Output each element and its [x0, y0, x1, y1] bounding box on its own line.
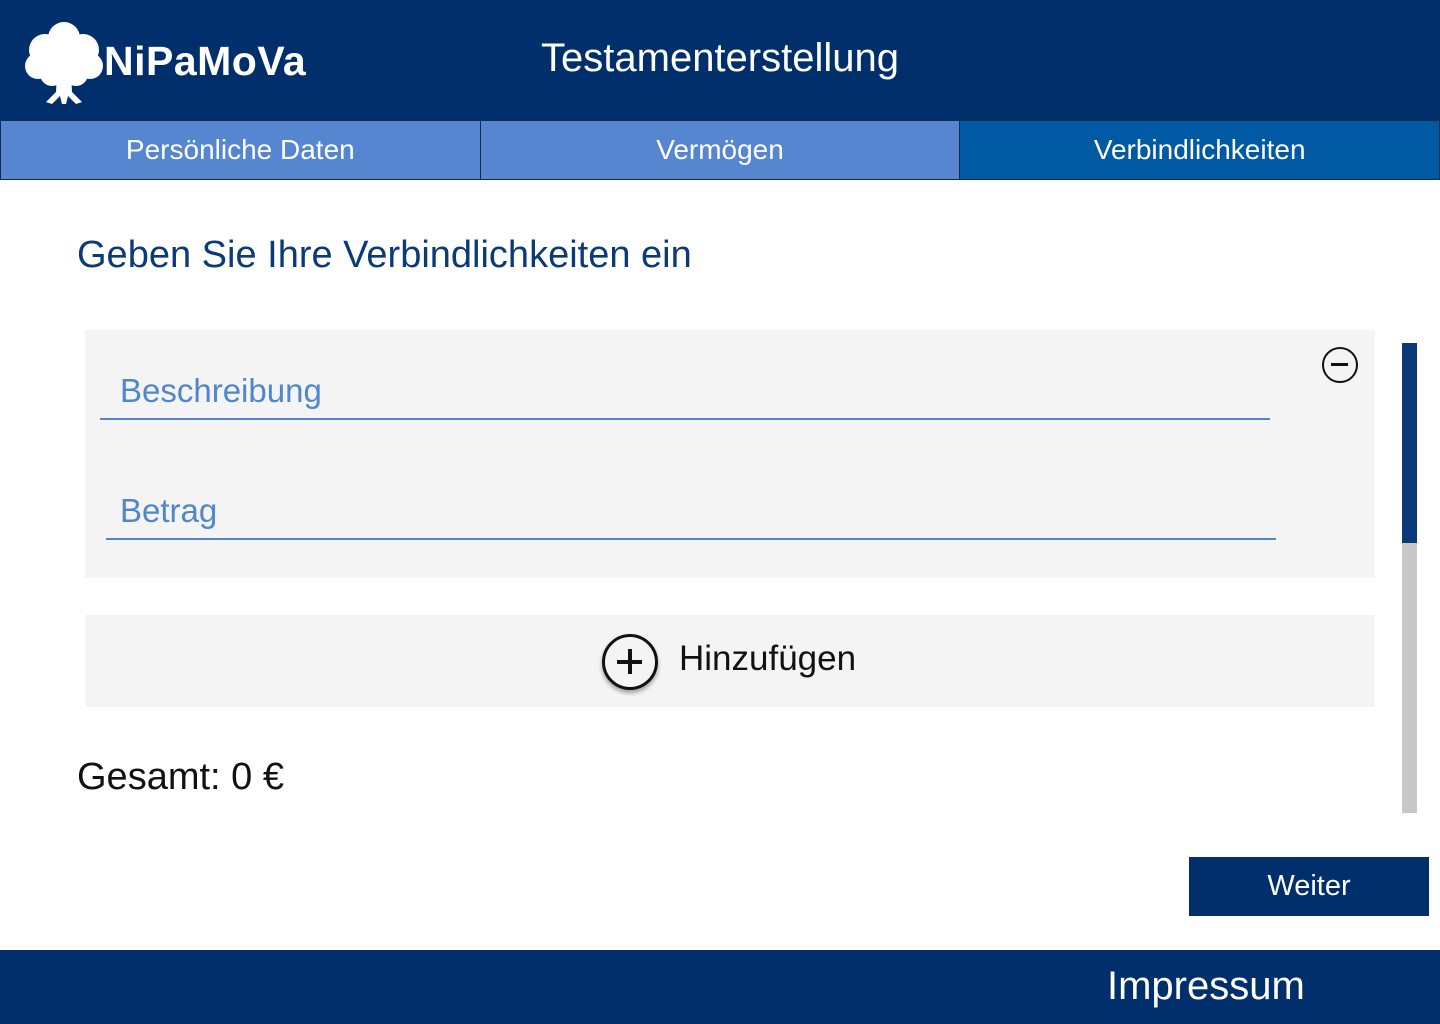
page-title: Testamenterstellung	[541, 36, 899, 80]
app-footer: Impressum	[0, 950, 1440, 1024]
next-button[interactable]: Weiter	[1189, 857, 1429, 916]
impressum-link[interactable]: Impressum	[1107, 964, 1305, 1009]
total-amount: Gesamt: 0 €	[77, 756, 284, 799]
total-label: Gesamt:	[77, 756, 221, 798]
tab-assets[interactable]: Vermögen	[480, 120, 961, 180]
description-underline	[100, 418, 1270, 420]
app-header: NiPaMoVa Testamenterstellung	[0, 0, 1440, 120]
amount-field[interactable]: Betrag	[120, 492, 217, 530]
scrollbar-thumb[interactable]	[1402, 343, 1417, 543]
liability-entry-card: Beschreibung Betrag	[85, 330, 1375, 578]
section-heading: Geben Sie Ihre Verbindlichkeiten ein	[77, 234, 692, 276]
total-value: 0 €	[231, 756, 284, 798]
tab-bar: Persönliche Daten Vermögen Verbindlichke…	[0, 120, 1440, 180]
minus-circle-icon[interactable]	[1322, 347, 1358, 383]
scrollbar[interactable]	[1402, 343, 1417, 813]
tab-liabilities[interactable]: Verbindlichkeiten	[960, 120, 1440, 180]
plus-circle-icon[interactable]	[602, 634, 658, 690]
description-field[interactable]: Beschreibung	[120, 372, 322, 410]
add-entry-label: Hinzufügen	[679, 639, 857, 678]
add-entry-button[interactable]: Hinzufügen	[85, 615, 1375, 707]
amount-underline	[106, 538, 1276, 540]
tab-personal-data[interactable]: Persönliche Daten	[0, 120, 481, 180]
